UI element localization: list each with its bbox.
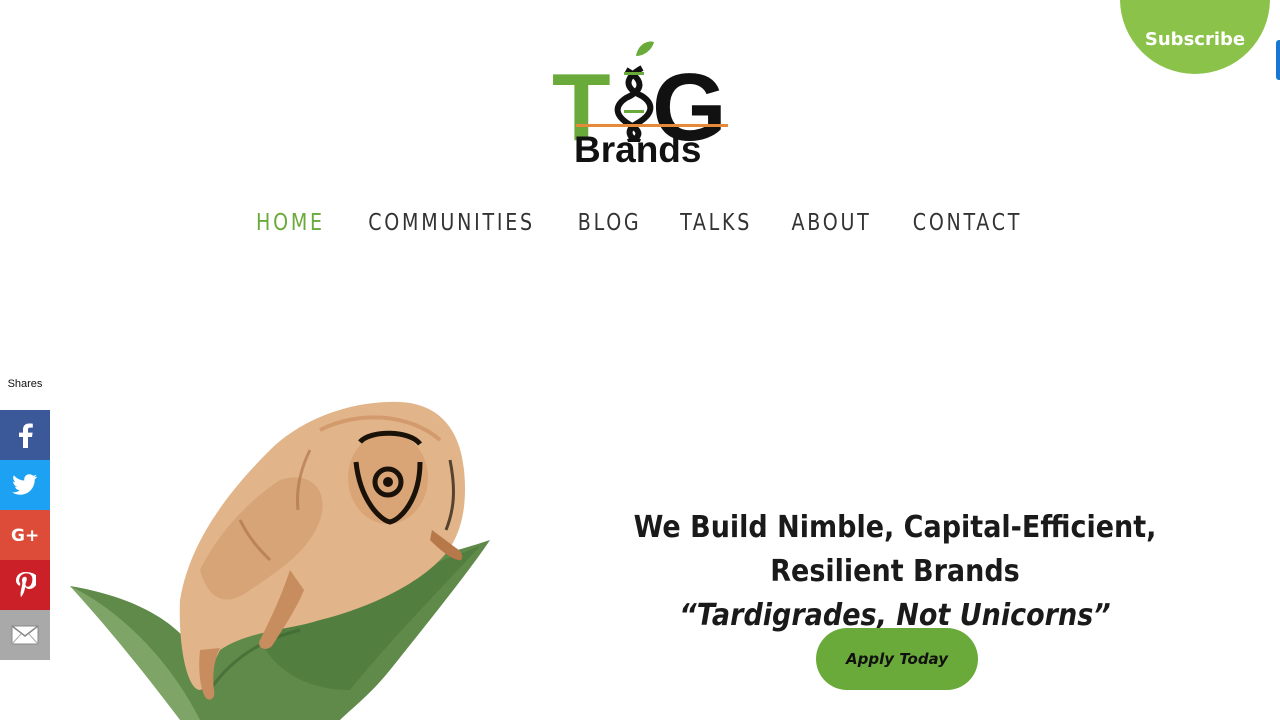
facebook-icon	[19, 423, 33, 448]
email-share-button[interactable]	[0, 610, 50, 660]
twitter-share-button[interactable]	[0, 460, 50, 510]
main-nav: HOME COMMUNITIES BLOG TALKS ABOUT CONTAC…	[0, 210, 1280, 236]
nav-communities[interactable]: COMMUNITIES	[368, 210, 535, 236]
pinterest-icon	[16, 572, 36, 597]
nav-about[interactable]: ABOUT	[792, 210, 872, 236]
nav-blog[interactable]: BLOG	[578, 210, 642, 236]
logo-divider	[576, 124, 728, 127]
google-plus-icon: G+	[11, 526, 39, 545]
shares-label: Shares	[7, 378, 43, 390]
hero-headline: We Build Nimble, Capital-Efficient, Resi…	[576, 506, 1215, 638]
google-plus-share-button[interactable]: G+	[0, 510, 50, 560]
pinterest-share-button[interactable]	[0, 560, 50, 610]
twitter-icon	[12, 474, 38, 495]
nav-home[interactable]: HOME	[256, 210, 325, 236]
side-edge-tab[interactable]	[1276, 40, 1280, 80]
logo-brands-text: Brands	[574, 129, 702, 170]
tig-brands-logo[interactable]: T G Brands	[552, 18, 732, 170]
facebook-share-button[interactable]	[0, 410, 50, 460]
svg-text:G+: G+	[11, 526, 39, 545]
nav-talks[interactable]: TALKS	[680, 210, 752, 236]
email-icon	[11, 625, 39, 645]
nav-contact[interactable]: CONTACT	[913, 210, 1022, 236]
hero-headline-text: We Build Nimble, Capital-Efficient, Resi…	[633, 510, 1157, 589]
subscribe-button[interactable]: Subscribe	[1120, 0, 1270, 74]
tardigrade-on-leaf-illustration	[70, 401, 490, 720]
apply-today-button[interactable]: Apply Today	[816, 628, 978, 690]
